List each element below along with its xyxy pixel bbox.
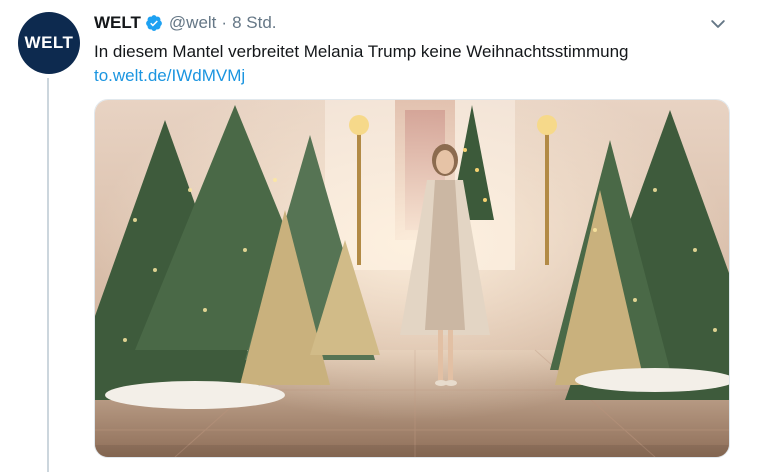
tweet[interactable]: WELT WELT @welt · 8 Std. In diesem Mante… bbox=[0, 0, 761, 472]
chevron-down-icon[interactable] bbox=[708, 14, 728, 34]
tweet-photo[interactable] bbox=[94, 99, 730, 458]
tweet-header: WELT @welt · 8 Std. bbox=[94, 12, 277, 34]
avatar[interactable]: WELT bbox=[18, 12, 80, 74]
author-handle[interactable]: @welt bbox=[169, 13, 217, 33]
verified-badge-icon bbox=[146, 15, 162, 31]
tweet-link[interactable]: to.welt.de/IWdMVMj bbox=[94, 64, 245, 87]
thread-line bbox=[47, 78, 49, 472]
tweet-timestamp[interactable]: 8 Std. bbox=[232, 13, 276, 33]
avatar-logo-text: WELT bbox=[24, 33, 74, 52]
photo-illustration bbox=[95, 100, 729, 457]
separator-dot: · bbox=[221, 13, 228, 32]
author-name[interactable]: WELT bbox=[94, 13, 141, 33]
tweet-text: In diesem Mantel verbreitet Melania Trum… bbox=[94, 42, 629, 61]
